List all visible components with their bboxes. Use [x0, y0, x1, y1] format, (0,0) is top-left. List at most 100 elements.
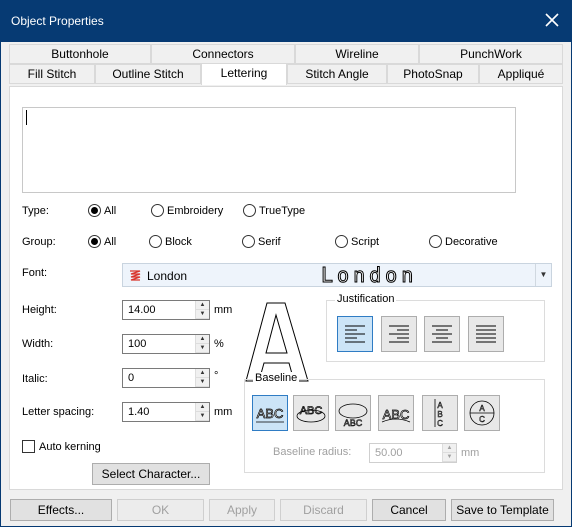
justification-title: Justification — [335, 293, 397, 305]
type-label: Type: — [22, 205, 49, 217]
width-value: 100 — [128, 338, 147, 350]
select-character-button[interactable]: Select Character... — [92, 463, 210, 485]
spinner-arrows[interactable]: ▲ ▼ — [195, 335, 209, 353]
svg-text:B: B — [437, 410, 442, 419]
spin-down-icon[interactable]: ▼ — [196, 310, 209, 319]
group-script-radio[interactable]: Script — [335, 235, 379, 248]
tab-wireline[interactable]: Wireline — [295, 44, 419, 64]
radio-dot — [335, 235, 348, 248]
baseline-circle-split-icon[interactable]: AC — [464, 395, 500, 431]
tab-lettering[interactable]: Lettering — [201, 63, 287, 85]
svg-text:A: A — [437, 401, 443, 410]
lettering-text-input[interactable] — [22, 107, 516, 193]
spinner-arrows[interactable]: ▲ ▼ — [195, 301, 209, 319]
tab-fill-stitch[interactable]: Fill Stitch — [9, 64, 95, 84]
radio-dot-selected — [88, 235, 101, 248]
group-label: Group: — [22, 236, 56, 248]
spin-up-icon[interactable]: ▲ — [196, 369, 209, 378]
spinner-arrows[interactable]: ▲ ▼ — [442, 444, 456, 462]
ok-button[interactable]: OK — [117, 499, 204, 521]
width-spinner[interactable]: 100 ▲ ▼ — [122, 334, 210, 354]
spin-down-icon[interactable]: ▼ — [196, 378, 209, 387]
height-unit: mm — [214, 304, 233, 316]
group-decorative-radio[interactable]: Decorative — [429, 235, 498, 248]
tab-stitch-angle[interactable]: Stitch Angle — [287, 64, 387, 84]
radio-label: Block — [165, 235, 192, 248]
svg-text:ABC: ABC — [383, 407, 410, 422]
group-all-radio[interactable]: All — [88, 235, 116, 248]
tab-connectors[interactable]: Connectors — [151, 44, 295, 64]
justification-group: Justification — [326, 293, 545, 362]
spin-down-icon[interactable]: ▼ — [196, 412, 209, 421]
spin-up-icon[interactable]: ▲ — [196, 403, 209, 412]
effects-button[interactable]: Effects... — [10, 499, 112, 521]
tab-punchwork[interactable]: PunchWork — [419, 44, 563, 64]
radio-dot — [151, 204, 164, 217]
svg-text:C: C — [479, 415, 485, 424]
spin-down-icon[interactable]: ▼ — [443, 453, 456, 462]
type-all-radio[interactable]: All — [88, 204, 116, 217]
font-select[interactable]: London London ▼ — [122, 263, 552, 287]
tab-buttonhole[interactable]: Buttonhole — [9, 44, 151, 64]
tab-applique[interactable]: Appliqué — [479, 64, 563, 84]
radio-dot — [149, 235, 162, 248]
group-block-radio[interactable]: Block — [149, 235, 192, 248]
align-center-icon[interactable] — [424, 316, 460, 352]
italic-spinner[interactable]: 0 ▲ ▼ — [122, 368, 210, 388]
height-spinner[interactable]: 14.00 ▲ ▼ — [122, 300, 210, 320]
baseline-slant-icon[interactable]: ABC — [378, 395, 414, 431]
font-name: London — [147, 269, 188, 283]
spin-up-icon[interactable]: ▲ — [196, 301, 209, 310]
align-right-icon[interactable] — [381, 316, 417, 352]
baseline-circle-icon[interactable]: ABC — [335, 395, 371, 431]
baseline-radius-spinner[interactable]: 50.00 ▲ ▼ — [369, 443, 457, 463]
group-serif-radio[interactable]: Serif — [242, 235, 281, 248]
align-justify-icon[interactable] — [468, 316, 504, 352]
svg-text:A: A — [479, 404, 485, 413]
type-embroidery-radio[interactable]: Embroidery — [151, 204, 223, 217]
baseline-radius-value: 50.00 — [375, 447, 403, 459]
radio-dot-selected — [88, 204, 101, 217]
radio-dot — [429, 235, 442, 248]
font-preview: London — [320, 263, 418, 287]
baseline-group: Baseline ABC ABC ABC ABC ABC AC Baseline… — [244, 372, 545, 473]
radio-label: Embroidery — [167, 204, 224, 217]
letter-spacing-spinner[interactable]: 1.40 ▲ ▼ — [122, 402, 210, 422]
tab-photosnap[interactable]: PhotoSnap — [387, 64, 479, 84]
radio-dot — [242, 235, 255, 248]
spinner-arrows[interactable]: ▲ ▼ — [195, 403, 209, 421]
spin-down-icon[interactable]: ▼ — [196, 344, 209, 353]
font-label: Font: — [22, 267, 48, 279]
baseline-arc-top-icon[interactable]: ABC — [293, 395, 329, 431]
apply-button[interactable]: Apply — [209, 499, 275, 521]
auto-kerning-checkbox[interactable]: Auto kerning — [22, 440, 101, 453]
radio-label: Script — [351, 235, 380, 248]
chevron-down-icon[interactable]: ▼ — [535, 264, 551, 286]
spin-up-icon[interactable]: ▲ — [443, 444, 456, 453]
text-caret — [26, 110, 27, 125]
italic-value: 0 — [128, 372, 135, 384]
save-to-template-button[interactable]: Save to Template — [451, 499, 554, 521]
baseline-radius-label: Baseline radius: — [273, 446, 352, 458]
svg-text:ABC: ABC — [257, 406, 284, 421]
auto-kerning-label: Auto kerning — [39, 440, 101, 453]
spinner-arrows[interactable]: ▲ ▼ — [195, 369, 209, 387]
radio-label: Serif — [258, 235, 281, 248]
close-icon[interactable] — [542, 10, 562, 30]
title-bar: Object Properties — [0, 0, 572, 42]
align-left-icon[interactable] — [337, 316, 373, 352]
height-value: 14.00 — [128, 304, 156, 316]
discard-button[interactable]: Discard — [280, 499, 367, 521]
radio-label: TrueType — [259, 204, 306, 217]
cancel-button[interactable]: Cancel — [372, 499, 446, 521]
italic-label: Italic: — [22, 373, 48, 385]
baseline-straight-icon[interactable]: ABC — [252, 395, 288, 431]
type-truetype-radio[interactable]: TrueType — [243, 204, 305, 217]
tab-outline-stitch[interactable]: Outline Stitch — [95, 64, 201, 84]
spin-up-icon[interactable]: ▲ — [196, 335, 209, 344]
svg-text:ABC: ABC — [344, 418, 363, 428]
baseline-vertical-icon[interactable]: ABC — [422, 395, 458, 431]
window-title: Object Properties — [11, 14, 104, 28]
checkbox-box — [22, 440, 35, 453]
width-label: Width: — [22, 338, 54, 350]
